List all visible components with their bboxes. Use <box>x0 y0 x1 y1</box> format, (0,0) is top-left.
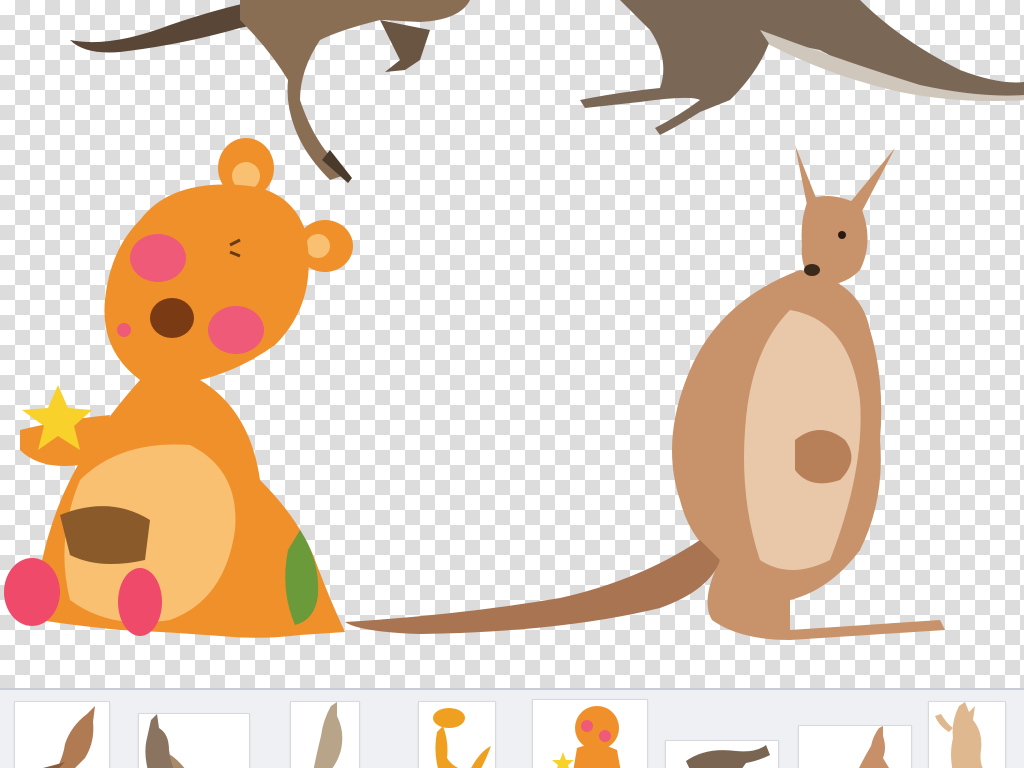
kangaroo-photo-top-right <box>580 0 1024 135</box>
kangaroo-thumbnail-image <box>935 702 983 768</box>
cartoon-kangaroo-with-star <box>4 138 353 638</box>
thumbnail-kangaroo-waving[interactable] <box>928 701 1006 768</box>
thumbnail-kangaroo-pale[interactable] <box>290 701 360 768</box>
illustration-layer <box>4 0 1024 640</box>
kangaroo-thumbnail-image <box>145 714 185 768</box>
thumbnail-kangaroo-crouching[interactable] <box>665 740 779 768</box>
kangaroo-thumbnail-image <box>42 706 95 768</box>
thumbnail-kangaroo-boxing[interactable] <box>138 713 250 768</box>
thumbnail-cartoon-kangaroo-star[interactable] <box>532 699 648 768</box>
thumbnail-cartoon-kangaroo-yellow[interactable] <box>418 701 496 768</box>
thumbnail-strip <box>0 690 1024 768</box>
thumbnail-kangaroo-small[interactable] <box>798 725 912 768</box>
kangaroo-thumbnail-image <box>433 708 491 768</box>
kangaroo-thumbnail-image <box>552 706 621 768</box>
kangaroo-thumbnail-image <box>686 745 770 768</box>
kangaroo-thumbnail-image <box>313 702 343 768</box>
transparent-background-canvas <box>0 0 1024 688</box>
thumbnail-kangaroo-standing[interactable] <box>14 701 110 768</box>
kangaroo-thumbnail-image <box>859 726 889 768</box>
kangaroo-with-joey <box>345 145 945 640</box>
